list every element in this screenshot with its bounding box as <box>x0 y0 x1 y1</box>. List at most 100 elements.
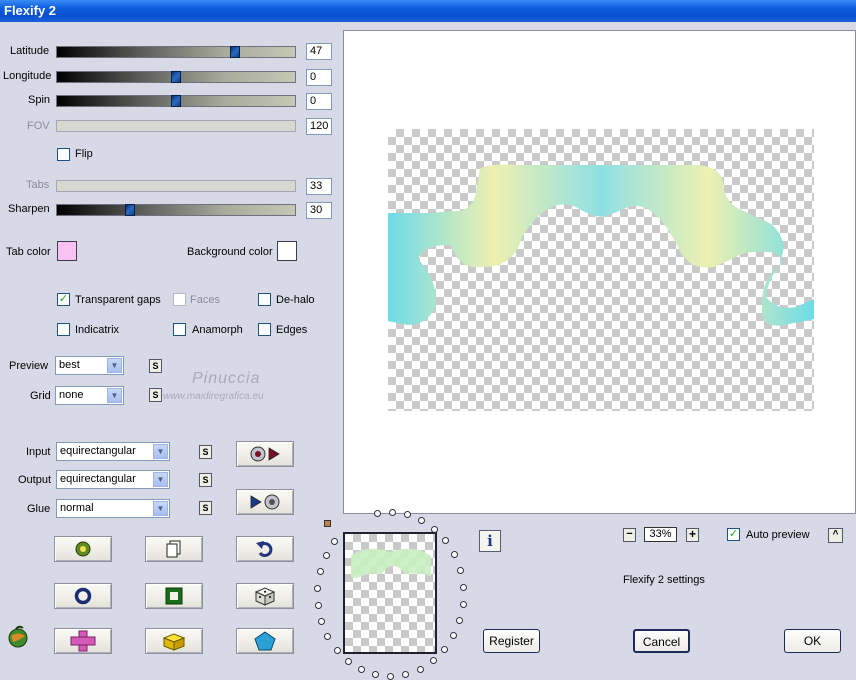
dial-dot[interactable] <box>459 600 467 608</box>
dial-dot[interactable] <box>456 566 464 574</box>
chevron-down-icon[interactable]: ▼ <box>153 444 168 459</box>
glue-s-button[interactable]: S <box>199 501 212 515</box>
auto-preview-checkbox[interactable]: ✓ <box>727 528 740 541</box>
chevron-down-icon[interactable]: ▼ <box>153 472 168 487</box>
tab-color-swatch[interactable] <box>57 241 77 261</box>
watermark-name: Pinuccia <box>192 370 261 387</box>
dial-dot[interactable] <box>459 583 467 591</box>
watermark-url: www.maidiregrafica.eu <box>163 391 264 402</box>
sphere-to-output-button[interactable] <box>236 441 294 467</box>
spin-slider-thumb[interactable] <box>171 95 181 107</box>
dial-dot[interactable] <box>331 538 339 546</box>
faces-label: Faces <box>190 294 220 306</box>
tabs-input[interactable]: 33 <box>306 178 332 195</box>
sharpen-slider-thumb[interactable] <box>125 204 135 216</box>
dial-dot[interactable] <box>404 511 412 519</box>
dial-dot[interactable] <box>387 672 395 680</box>
dial-handle[interactable] <box>324 520 331 527</box>
dial-dot[interactable] <box>431 525 439 533</box>
info-button[interactable]: i <box>479 530 501 552</box>
copy-button[interactable] <box>145 536 203 562</box>
preview-canvas[interactable] <box>343 30 856 514</box>
dial-dot[interactable] <box>449 632 457 640</box>
ok-button[interactable]: OK <box>784 629 841 653</box>
dial-dot[interactable] <box>314 601 322 609</box>
dial-dot[interactable] <box>358 666 366 674</box>
plus-shape-button[interactable] <box>54 628 112 654</box>
indicatrix-label: Indicatrix <box>75 324 120 336</box>
longitude-slider-thumb[interactable] <box>171 71 181 83</box>
navigator-thumbnail[interactable] <box>343 532 437 654</box>
dial-dot[interactable] <box>441 646 449 654</box>
latitude-slider[interactable] <box>56 46 296 58</box>
indicatrix-checkbox[interactable] <box>57 323 70 336</box>
preview-dropdown[interactable]: best ▼ <box>55 356 124 375</box>
chevron-down-icon[interactable]: ▼ <box>107 388 122 403</box>
dial-dot[interactable] <box>374 510 382 518</box>
dial-dot[interactable] <box>324 633 332 641</box>
dice-icon <box>254 587 276 606</box>
zoom-out-button[interactable]: − <box>623 528 636 542</box>
collapse-button[interactable]: ^ <box>828 528 843 543</box>
chevron-down-icon[interactable]: ▼ <box>153 501 168 516</box>
dice-button[interactable] <box>236 583 294 609</box>
pentagon-button[interactable] <box>236 628 294 654</box>
dial-dot[interactable] <box>429 657 437 665</box>
dial-dot[interactable] <box>333 646 341 654</box>
cube-button[interactable] <box>145 628 203 654</box>
sharpen-input[interactable]: 30 <box>306 202 332 219</box>
zoom-in-button[interactable]: + <box>686 528 699 542</box>
dial-dot[interactable] <box>344 658 352 666</box>
flip-checkbox[interactable] <box>57 148 70 161</box>
dial-dot[interactable] <box>418 517 426 525</box>
anamorph-checkbox[interactable] <box>173 323 186 336</box>
dial-dot[interactable] <box>318 618 326 626</box>
transparent-gaps-checkbox[interactable]: ✓ <box>57 293 70 306</box>
dial-dot[interactable] <box>416 665 424 673</box>
longitude-slider[interactable] <box>56 71 296 83</box>
sharpen-slider[interactable] <box>56 204 296 216</box>
undo-button[interactable] <box>236 536 294 562</box>
fov-input[interactable]: 120 <box>306 118 332 135</box>
input-dropdown[interactable]: equirectangular ▼ <box>56 442 170 461</box>
output-dropdown-value: equirectangular <box>60 473 136 485</box>
cancel-button[interactable]: Cancel <box>633 629 690 653</box>
de-halo-checkbox[interactable] <box>258 293 271 306</box>
chevron-down-icon[interactable]: ▼ <box>107 358 122 373</box>
randomize-button[interactable] <box>54 536 112 562</box>
latitude-input[interactable]: 47 <box>306 43 332 60</box>
output-to-sphere-button[interactable] <box>236 489 294 515</box>
edges-checkbox[interactable] <box>258 323 271 336</box>
dial-dot[interactable] <box>456 617 464 625</box>
register-button[interactable]: Register <box>483 629 540 653</box>
output-dropdown[interactable]: equirectangular ▼ <box>56 470 170 489</box>
dial-dot[interactable] <box>372 671 380 679</box>
grid-s-button[interactable]: S <box>149 388 162 402</box>
longitude-label: Longitude <box>3 70 52 82</box>
frame-button[interactable] <box>145 583 203 609</box>
input-s-button[interactable]: S <box>199 445 212 459</box>
preview-s-button[interactable]: S <box>149 359 162 373</box>
dial-dot[interactable] <box>442 537 450 545</box>
dial-dot[interactable] <box>314 584 322 592</box>
dial-dot[interactable] <box>402 671 410 679</box>
grid-dropdown-value: none <box>59 389 84 401</box>
spin-slider[interactable] <box>56 95 296 107</box>
spin-label: Spin <box>28 94 51 106</box>
ring-button[interactable] <box>54 583 112 609</box>
background-color-swatch[interactable] <box>277 241 297 261</box>
auto-preview-label: Auto preview <box>746 529 810 541</box>
dial-dot[interactable] <box>322 552 330 560</box>
glue-dropdown[interactable]: normal ▼ <box>56 499 170 518</box>
dial-dot[interactable] <box>450 551 458 559</box>
fov-label: FOV <box>27 120 50 132</box>
sharpen-label: Sharpen <box>8 203 50 215</box>
output-s-button[interactable]: S <box>199 473 212 487</box>
dial-dot[interactable] <box>316 567 324 575</box>
edges-label: Edges <box>276 324 308 336</box>
latitude-slider-thumb[interactable] <box>230 46 240 58</box>
longitude-input[interactable]: 0 <box>306 69 332 86</box>
grid-dropdown[interactable]: none ▼ <box>55 386 124 405</box>
dial-dot[interactable] <box>389 509 397 517</box>
spin-input[interactable]: 0 <box>306 93 332 110</box>
